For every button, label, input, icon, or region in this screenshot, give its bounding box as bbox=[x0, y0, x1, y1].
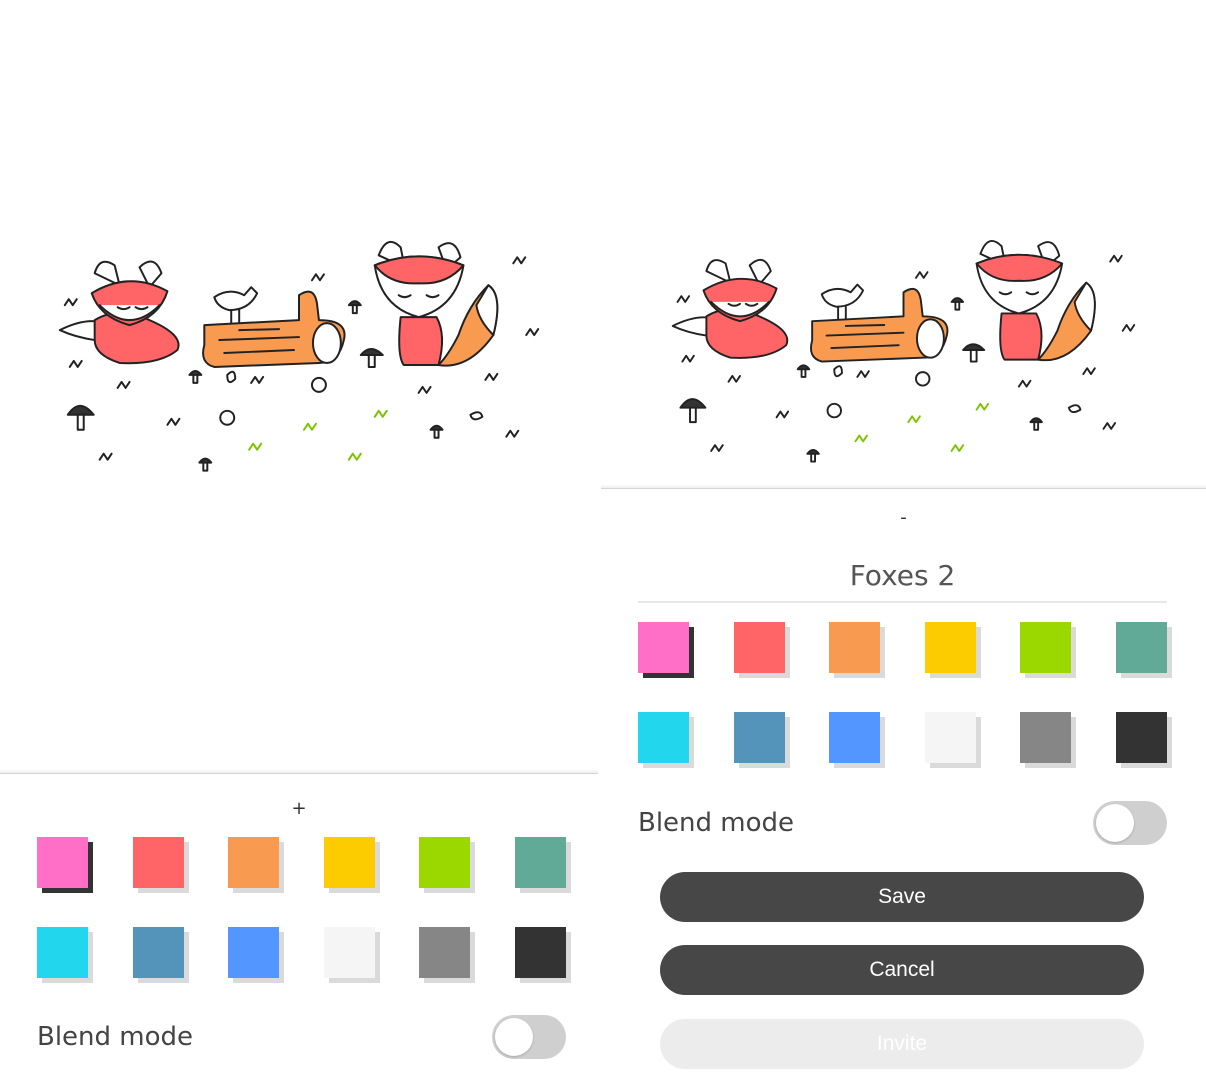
color-swatch[interactable] bbox=[733, 712, 785, 763]
palette-sheet: + Blend mode bbox=[0, 769, 598, 1080]
left-screen: + Blend mode bbox=[0, 0, 598, 1080]
invite-button[interactable]: Invite bbox=[660, 1019, 1144, 1069]
blend-mode-toggle[interactable] bbox=[1093, 801, 1167, 845]
color-swatch[interactable] bbox=[228, 927, 280, 978]
color-swatch[interactable] bbox=[829, 622, 881, 673]
toggle-knob bbox=[1096, 804, 1134, 842]
color-swatch[interactable] bbox=[419, 927, 471, 978]
color-swatch[interactable] bbox=[323, 927, 375, 978]
blend-mode-toggle[interactable] bbox=[492, 1015, 566, 1059]
toggle-knob bbox=[495, 1018, 533, 1056]
color-swatch[interactable] bbox=[829, 712, 881, 763]
color-swatch[interactable] bbox=[1020, 712, 1072, 763]
color-swatch[interactable] bbox=[638, 622, 689, 673]
color-swatch[interactable] bbox=[1020, 622, 1072, 673]
color-swatch[interactable] bbox=[37, 927, 88, 978]
palette-sheet-expanded: - Foxes 2 Blend mode Save Cancel Invite bbox=[601, 484, 1206, 1080]
color-swatch[interactable] bbox=[1115, 622, 1167, 673]
right-screen: - Foxes 2 Blend mode Save Cancel Invite bbox=[601, 0, 1206, 1080]
color-swatch[interactable] bbox=[638, 712, 689, 763]
cancel-button[interactable]: Cancel bbox=[660, 945, 1144, 995]
color-swatch-grid bbox=[37, 837, 566, 978]
save-button[interactable]: Save bbox=[660, 872, 1144, 922]
color-swatch[interactable] bbox=[733, 622, 785, 673]
color-swatch[interactable] bbox=[323, 837, 375, 888]
color-swatch[interactable] bbox=[514, 837, 566, 888]
expand-handle[interactable]: + bbox=[291, 798, 306, 819]
color-swatch[interactable] bbox=[132, 927, 184, 978]
color-swatch[interactable] bbox=[228, 837, 280, 888]
color-swatch[interactable] bbox=[132, 837, 184, 888]
color-swatch[interactable] bbox=[514, 927, 566, 978]
blend-mode-row: Blend mode bbox=[638, 801, 1167, 845]
coloring-canvas[interactable] bbox=[0, 225, 598, 485]
color-swatch-grid bbox=[638, 622, 1167, 763]
collapse-handle[interactable]: - bbox=[900, 507, 907, 528]
color-swatch[interactable] bbox=[924, 622, 976, 673]
blend-mode-label: Blend mode bbox=[638, 808, 795, 838]
artwork-name-field[interactable]: Foxes 2 bbox=[638, 549, 1167, 603]
color-swatch[interactable] bbox=[419, 837, 471, 888]
blend-mode-row: Blend mode bbox=[37, 1015, 566, 1059]
blend-mode-label: Blend mode bbox=[37, 1022, 194, 1052]
coloring-canvas[interactable] bbox=[601, 225, 1206, 475]
color-swatch[interactable] bbox=[924, 712, 976, 763]
color-swatch[interactable] bbox=[1115, 712, 1167, 763]
color-swatch[interactable] bbox=[37, 837, 88, 888]
